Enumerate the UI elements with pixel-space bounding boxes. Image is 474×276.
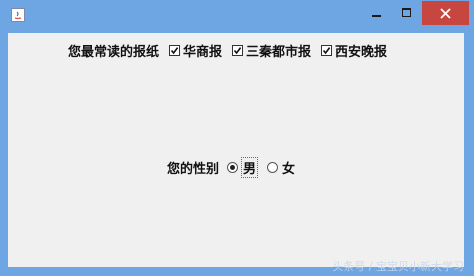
radio-button[interactable] <box>267 161 279 173</box>
checkbox-box[interactable] <box>169 44 181 56</box>
radio-male[interactable]: 男 <box>227 156 259 178</box>
title-bar[interactable] <box>0 0 474 33</box>
checkbox-label[interactable]: 华商报 <box>183 41 222 60</box>
radio-female[interactable]: 女 <box>267 158 295 177</box>
radio-label[interactable]: 男 <box>241 156 259 178</box>
checkbox-box[interactable] <box>232 44 244 56</box>
checkbox-label[interactable]: 三秦都市报 <box>246 41 311 60</box>
checkbox-sanqin-dushibao[interactable]: 三秦都市报 <box>232 41 311 60</box>
checkbox-box[interactable] <box>321 44 333 56</box>
newspaper-question-label: 您最常读的报纸 <box>68 44 160 60</box>
watermark-text: 头条号 / 宝宝贝小新大学习 <box>332 260 464 273</box>
newspaper-row: 您最常读的报纸 华商报 三秦都市报 西安晚报 <box>68 41 387 60</box>
maximize-button[interactable] <box>394 1 422 25</box>
checkmark-icon <box>233 46 242 54</box>
minimize-button[interactable] <box>360 1 392 25</box>
java-app-icon[interactable] <box>11 8 25 22</box>
checkmark-icon <box>322 46 331 54</box>
checkbox-huashangbao[interactable]: 华商报 <box>169 41 222 60</box>
close-icon <box>440 8 451 19</box>
radio-button[interactable] <box>227 161 239 173</box>
gender-row: 您的性别 男 女 <box>167 156 295 178</box>
checkbox-xian-wanbao[interactable]: 西安晚报 <box>321 41 387 60</box>
minimize-icon <box>372 15 381 17</box>
checkbox-label[interactable]: 西安晚报 <box>335 41 387 60</box>
checkmark-icon <box>170 46 179 54</box>
radio-label[interactable]: 女 <box>282 158 295 177</box>
app-window: 您最常读的报纸 华商报 三秦都市报 西安晚报 您的性别 男 女 头条号 / 宝宝… <box>0 0 474 276</box>
radio-selected-dot <box>230 164 236 170</box>
close-button[interactable] <box>422 1 469 25</box>
maximize-icon <box>402 8 411 17</box>
content-panel: 您最常读的报纸 华商报 三秦都市报 西安晚报 您的性别 男 女 <box>8 33 464 267</box>
gender-question-label: 您的性别 <box>167 161 220 177</box>
